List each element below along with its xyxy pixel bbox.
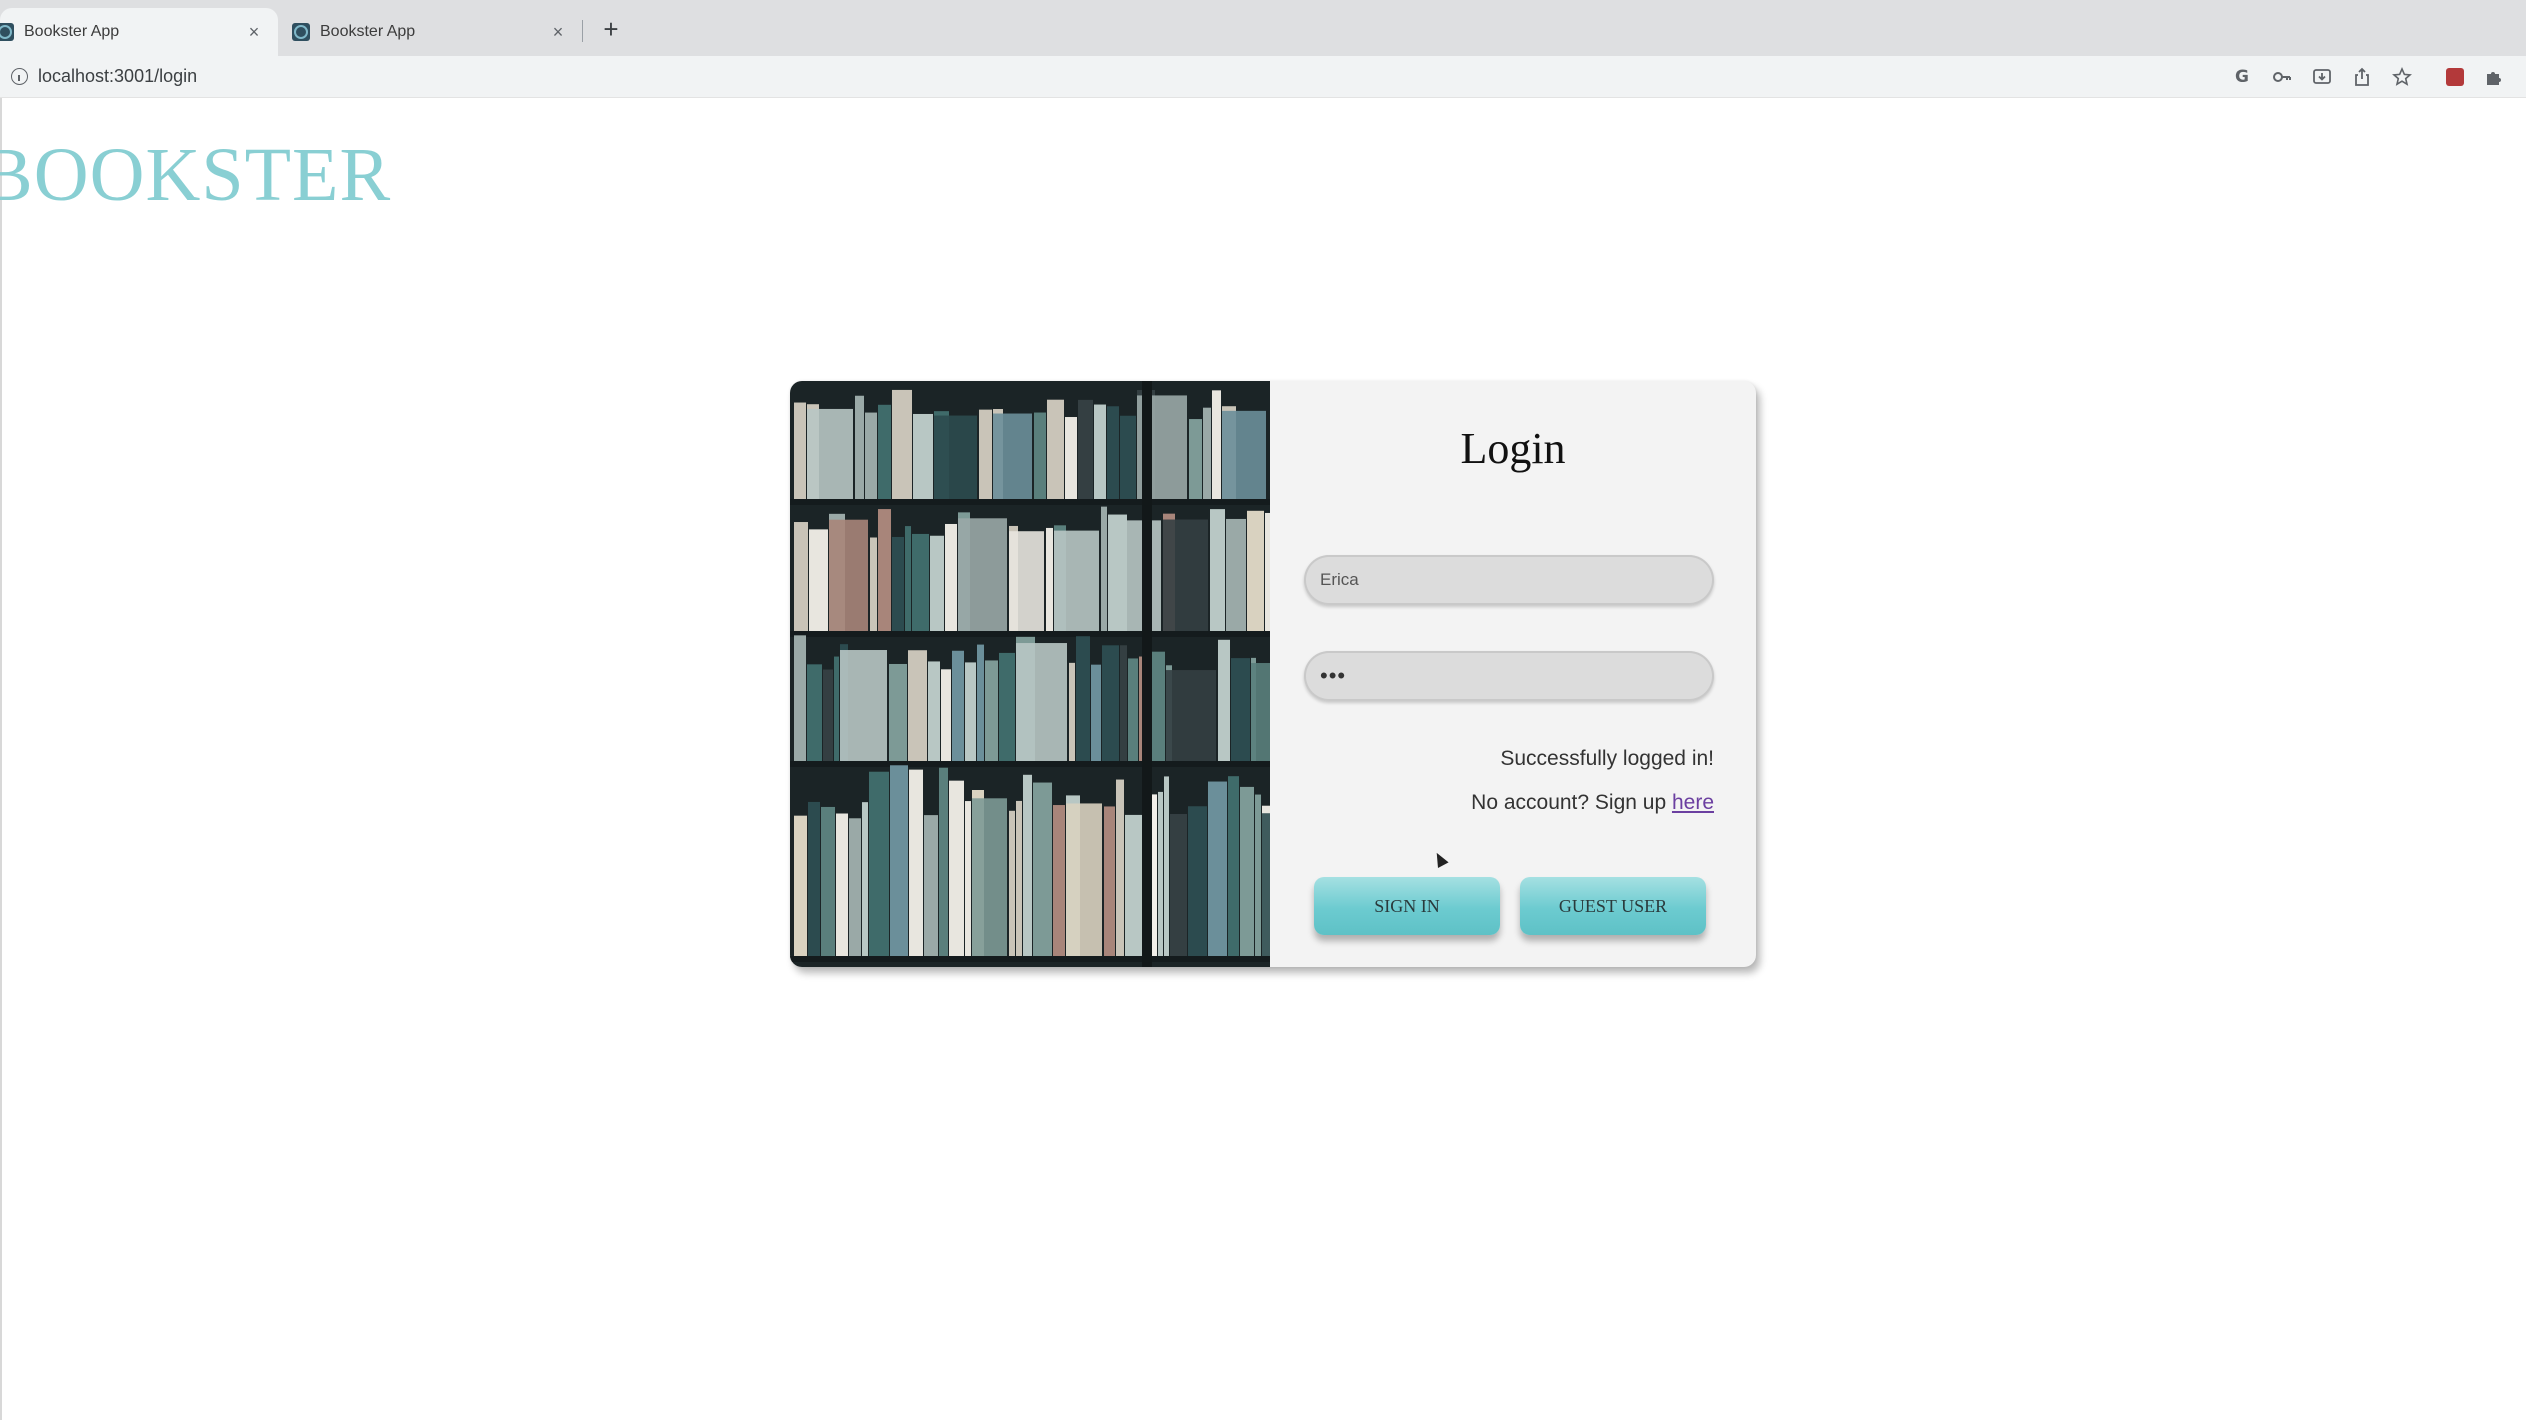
bookster-logo[interactable]: BOOKSTER	[0, 132, 391, 219]
login-heading: Login	[1460, 424, 1566, 473]
signup-prompt-text: No account? Sign up	[1471, 791, 1667, 814]
tab-separator	[582, 20, 583, 42]
signup-link[interactable]: here	[1672, 791, 1714, 814]
puzzle-icon[interactable]	[2482, 65, 2506, 89]
username-input[interactable]: Erica	[1304, 555, 1714, 605]
close-tab-icon[interactable]: ×	[548, 22, 568, 42]
sign-in-button[interactable]: SIGN IN	[1314, 877, 1500, 935]
guest-user-button[interactable]: GUEST USER	[1520, 877, 1706, 935]
bookshelf-image	[790, 381, 1270, 967]
share-icon[interactable]	[2350, 65, 2374, 89]
login-form: Login Erica ••• Successfully logged in! …	[1270, 381, 1756, 967]
window-frame	[0, 98, 2, 1420]
bookster-favicon-icon	[0, 23, 14, 41]
close-tab-icon[interactable]: ×	[244, 22, 264, 42]
google-icon[interactable]: G	[2230, 65, 2254, 89]
new-tab-button[interactable]: +	[596, 14, 626, 44]
star-icon[interactable]	[2390, 65, 2414, 89]
install-icon[interactable]	[2310, 65, 2334, 89]
extension-red-icon[interactable]	[2443, 65, 2467, 89]
login-status-message: Successfully logged in!	[1500, 747, 1714, 770]
signup-prompt: No account? Sign up here	[1471, 791, 1714, 815]
site-info-icon[interactable]	[11, 68, 28, 85]
login-card: Login Erica ••• Successfully logged in! …	[790, 381, 1756, 967]
browser-toolbar: localhost:3001/login G	[0, 56, 2526, 98]
tab-title: Bookster App	[24, 23, 120, 40]
browser-tabstrip: Bookster App × Bookster App × +	[0, 0, 2526, 56]
key-icon[interactable]	[2270, 65, 2294, 89]
address-bar[interactable]: localhost:3001/login	[38, 66, 197, 87]
tab-title: Bookster App	[320, 23, 416, 40]
bookster-favicon-icon	[292, 23, 310, 41]
tab-bookster-active[interactable]: Bookster App ×	[0, 8, 278, 56]
tab-bookster[interactable]: Bookster App ×	[282, 8, 582, 56]
password-input[interactable]: •••	[1304, 651, 1714, 701]
